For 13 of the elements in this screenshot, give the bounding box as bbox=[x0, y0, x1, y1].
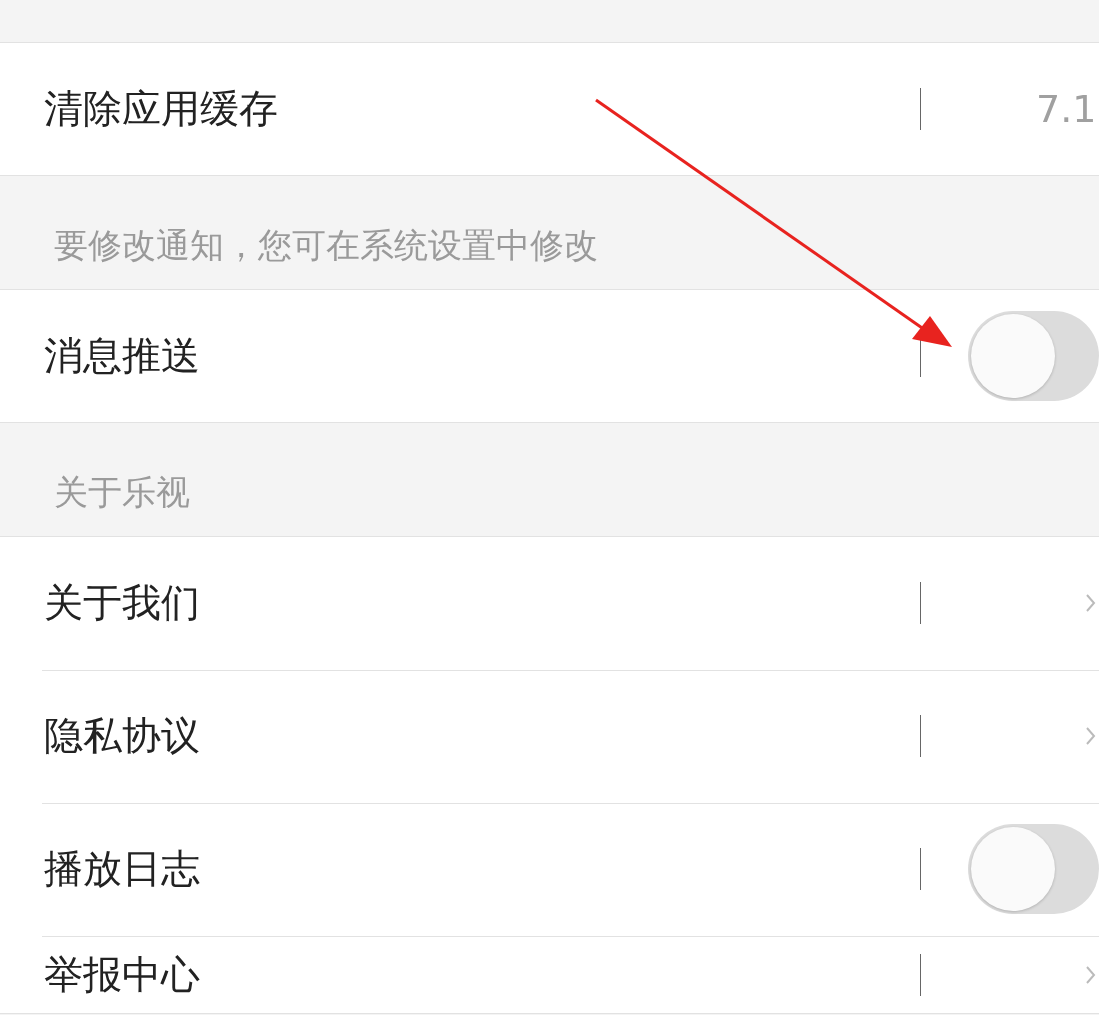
toggle-switch[interactable] bbox=[968, 824, 1099, 914]
settings-item-label[interactable]: 举报中心 bbox=[44, 947, 920, 1002]
settings-item-label[interactable]: 关于我们 bbox=[44, 576, 920, 630]
chevron-icon bbox=[1086, 727, 1096, 745]
section-header: 关于乐视 bbox=[54, 471, 190, 514]
settings-item-label[interactable]: 清除应用缓存 bbox=[44, 82, 920, 136]
settings-item-label[interactable]: 播放日志 bbox=[44, 842, 920, 896]
chevron-icon bbox=[1086, 965, 1096, 984]
chevron-icon bbox=[1086, 594, 1096, 612]
toggle-switch[interactable] bbox=[968, 311, 1099, 401]
cache-size: 7.1 bbox=[1036, 87, 1097, 131]
settings-item-label[interactable]: 隐私协议 bbox=[44, 709, 920, 763]
section-header: 要修改通知，您可在系统设置中修改 bbox=[54, 224, 598, 267]
